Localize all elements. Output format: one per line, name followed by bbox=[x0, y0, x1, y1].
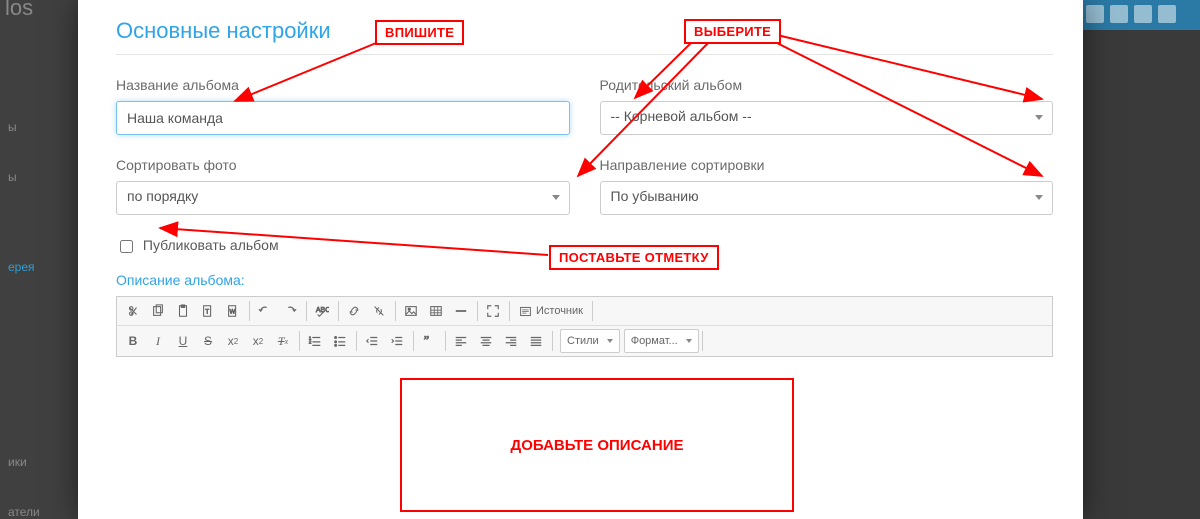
align-center-icon[interactable] bbox=[474, 330, 499, 352]
annotation-box: ВЫБЕРИТЕ bbox=[684, 19, 781, 44]
svg-text:”: ” bbox=[424, 334, 429, 348]
paste-text-icon[interactable]: T bbox=[196, 300, 221, 322]
annotation-box: ПОСТАВЬТЕ ОТМЕТКУ bbox=[549, 245, 719, 270]
styles-combo-label: Стили bbox=[567, 335, 599, 347]
link-icon[interactable] bbox=[342, 300, 367, 322]
spellcheck-icon[interactable]: ABC bbox=[310, 300, 335, 322]
background-sidebar: los ы ы ерея ики атели bbox=[0, 0, 78, 519]
source-button-label: Источник bbox=[536, 305, 583, 317]
chevron-down-icon bbox=[686, 339, 692, 343]
undo-icon[interactable] bbox=[253, 300, 278, 322]
modal-title: Основные настройки bbox=[116, 18, 331, 44]
chevron-down-icon bbox=[607, 339, 613, 343]
redo-icon[interactable] bbox=[278, 300, 303, 322]
remove-format-button[interactable]: Tx bbox=[271, 330, 296, 352]
sort-direction-select[interactable]: По убыванию bbox=[600, 181, 1054, 215]
indent-icon[interactable] bbox=[385, 330, 410, 352]
bg-logo: los bbox=[5, 0, 33, 21]
strike-button[interactable]: S bbox=[196, 330, 221, 352]
copy-icon[interactable] bbox=[146, 300, 171, 322]
unlink-icon[interactable] bbox=[367, 300, 392, 322]
annotation-large-box: ДОБАВЬТЕ ОПИСАНИЕ bbox=[400, 378, 794, 512]
publish-checkbox[interactable] bbox=[120, 240, 133, 253]
maximize-icon[interactable] bbox=[481, 300, 506, 322]
paste-word-icon[interactable]: W bbox=[221, 300, 246, 322]
blockquote-icon[interactable]: ” bbox=[417, 330, 442, 352]
chevron-down-icon bbox=[1035, 195, 1043, 200]
bg-menu-item: атели bbox=[8, 505, 40, 519]
chevron-down-icon bbox=[1035, 115, 1043, 120]
publish-label: Публиковать альбом bbox=[143, 237, 279, 253]
source-button[interactable]: Источник bbox=[513, 300, 589, 322]
numbered-list-icon[interactable]: 12 bbox=[303, 330, 328, 352]
editor-toolbar: T W ABC bbox=[116, 296, 1053, 357]
sort-photo-select[interactable]: по порядку bbox=[116, 181, 570, 215]
italic-button[interactable]: I bbox=[146, 330, 171, 352]
description-label: Описание альбома: bbox=[116, 272, 1053, 288]
bg-menu-item: ы bbox=[8, 120, 17, 134]
bold-button[interactable]: B bbox=[121, 330, 146, 352]
parent-album-select[interactable]: -- Корневой альбом -- bbox=[600, 101, 1054, 135]
parent-album-label: Родительский альбом bbox=[600, 77, 1054, 93]
svg-text:W: W bbox=[230, 309, 236, 316]
styles-combo[interactable]: Стили bbox=[560, 329, 620, 353]
align-justify-icon[interactable] bbox=[524, 330, 549, 352]
sort-photo-label: Сортировать фото bbox=[116, 157, 570, 173]
superscript-button[interactable]: x2 bbox=[246, 330, 271, 352]
bg-menu-item-active: ерея bbox=[8, 260, 35, 274]
paste-icon[interactable] bbox=[171, 300, 196, 322]
album-name-input[interactable] bbox=[116, 101, 570, 135]
format-combo-label: Формат... bbox=[631, 335, 678, 347]
format-combo[interactable]: Формат... bbox=[624, 329, 699, 353]
cut-icon[interactable] bbox=[121, 300, 146, 322]
align-left-icon[interactable] bbox=[449, 330, 474, 352]
align-right-icon[interactable] bbox=[499, 330, 524, 352]
horizontal-rule-icon[interactable] bbox=[449, 300, 474, 322]
album-name-label: Название альбома bbox=[116, 77, 570, 93]
underline-button[interactable]: U bbox=[171, 330, 196, 352]
sort-direction-label: Направление сортировки bbox=[600, 157, 1054, 173]
table-icon[interactable] bbox=[424, 300, 449, 322]
bg-menu-item: ы bbox=[8, 170, 17, 184]
bg-menu-item: ики bbox=[8, 455, 27, 469]
chevron-down-icon bbox=[552, 195, 560, 200]
svg-text:T: T bbox=[205, 309, 209, 316]
annotation-large-text: ДОБАВЬТЕ ОПИСАНИЕ bbox=[511, 437, 684, 454]
subscript-button[interactable]: x2 bbox=[221, 330, 246, 352]
annotation-box: ВПИШИТЕ bbox=[375, 20, 464, 45]
background-topbar bbox=[1083, 0, 1200, 30]
outdent-icon[interactable] bbox=[360, 330, 385, 352]
image-icon[interactable] bbox=[399, 300, 424, 322]
svg-text:2: 2 bbox=[309, 340, 312, 345]
bullet-list-icon[interactable] bbox=[328, 330, 353, 352]
